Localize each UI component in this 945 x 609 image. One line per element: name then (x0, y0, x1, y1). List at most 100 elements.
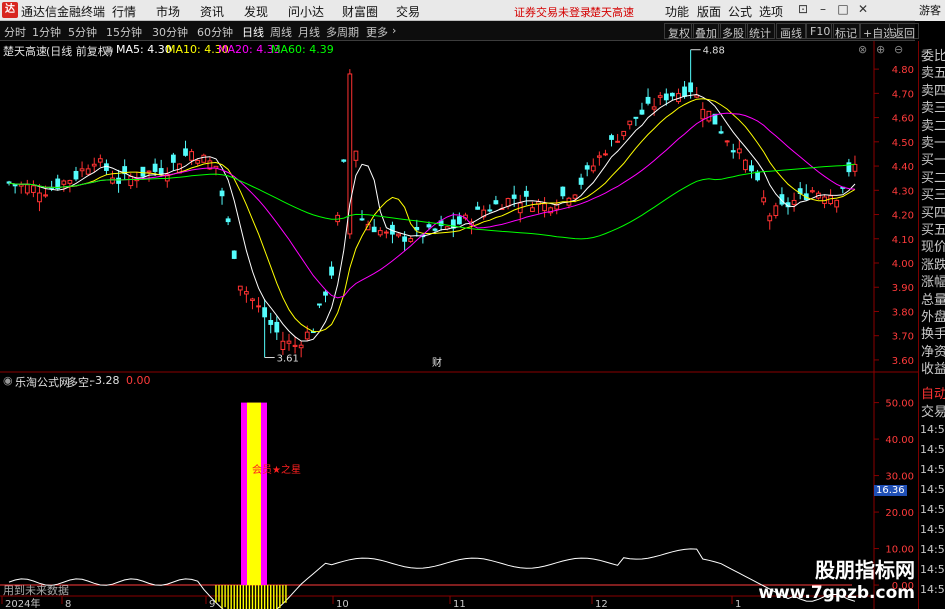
menu-banmian[interactable]: 版面 (697, 3, 721, 20)
candle-body (773, 205, 779, 217)
candle-body (359, 218, 365, 221)
candle-body (828, 195, 834, 205)
candle-body (280, 340, 286, 351)
period-5min[interactable]: 5分钟 (68, 24, 97, 40)
current-value-tag: 16.36 (874, 485, 907, 496)
ma60-label: MA60: 4.39 (271, 43, 334, 56)
period-weekly[interactable]: 周线 (270, 24, 292, 40)
quote-label-8: 买三 (921, 188, 945, 204)
menu-gongneng[interactable]: 功能 (665, 3, 689, 20)
maximize-icon[interactable]: □ (836, 2, 850, 16)
candle-body (286, 340, 292, 344)
candle-body (493, 200, 499, 205)
btn-fuquan[interactable]: 复权 (664, 23, 694, 40)
quote-label-6: 买一 (921, 153, 945, 169)
candle-body (67, 179, 73, 184)
x-tick-label: 10 (336, 599, 349, 609)
panel-tab-1[interactable]: 交易 (921, 401, 945, 420)
btn-tongji[interactable]: 统计 (745, 23, 775, 40)
close-icon[interactable]: ✕ (856, 2, 870, 16)
menu-shichang[interactable]: 市场 (156, 3, 180, 20)
btn-back[interactable]: 返回 (889, 23, 919, 40)
ind-y-tick-label: 20.00 (885, 508, 914, 519)
y-tick-label: 3.60 (892, 356, 914, 367)
period-60min[interactable]: 60分钟 (197, 24, 233, 40)
chevron-right-icon[interactable]: › (392, 24, 396, 37)
candle-body (603, 153, 608, 156)
lock-icon[interactable]: ⊡ (796, 2, 810, 16)
tick-time-8: 14:56 (920, 583, 945, 596)
minimize-icon[interactable]: – (816, 2, 830, 16)
series-value: -3.28 (91, 374, 120, 387)
btn-duogu[interactable]: 多股 (718, 23, 748, 40)
candle-body (615, 140, 621, 143)
period-30min[interactable]: 30分钟 (152, 24, 188, 40)
y-tick-label: 4.50 (892, 138, 914, 149)
candle-body (718, 131, 724, 134)
formula-name[interactable]: 乐淘公式网 (15, 374, 70, 390)
indicator-settings-icon[interactable]: ◉ (3, 374, 13, 387)
settings-icon[interactable]: ◉ (104, 43, 114, 56)
ma-line-10 (8, 98, 856, 333)
ma5-label: MA5: 4.30 (116, 43, 172, 56)
menu-xuanxiang[interactable]: 选项 (759, 3, 783, 20)
menu-gongshi[interactable]: 公式 (728, 3, 752, 20)
menu-jiaoyi[interactable]: 交易 (396, 3, 420, 20)
menu-hangqing[interactable]: 行情 (112, 3, 136, 20)
period-15min[interactable]: 15分钟 (106, 24, 142, 40)
candle-body (408, 238, 414, 242)
period-fenshi[interactable]: 分时 (4, 24, 26, 40)
tick-time-0: 14:56 (920, 423, 945, 436)
period-daily[interactable]: 日线 (242, 24, 264, 40)
y-tick-label: 4.60 (892, 114, 914, 125)
candle-body (323, 291, 328, 296)
quote-label-12: 涨跌 (921, 257, 945, 273)
period-toolbar: 分时 1分钟 5分钟 15分钟 30分钟 60分钟 日线 周线 月线 多周期 更… (0, 21, 919, 41)
candle-body (530, 207, 535, 212)
candle-body (298, 344, 304, 349)
minus-icon[interactable]: ⊖ (894, 43, 903, 56)
series-value-2: 0.00 (126, 374, 151, 387)
candle-body (456, 216, 462, 225)
cai-marker: 财 (432, 356, 442, 369)
candle-body (12, 184, 18, 187)
menu-wenxiaoda[interactable]: 问小达 (288, 3, 324, 20)
tick-time-2: 14:56 (920, 463, 945, 476)
period-multi[interactable]: 多周期 (326, 24, 359, 40)
candle-body (767, 215, 773, 222)
candle-body (317, 303, 322, 306)
menu-caifuquan[interactable]: 财富圈 (342, 3, 378, 20)
period-monthly[interactable]: 月线 (298, 24, 320, 40)
candle-body (572, 194, 578, 199)
quote-label-15: 外盘 (921, 310, 945, 325)
candle-body (645, 96, 651, 104)
period-1min[interactable]: 1分钟 (32, 24, 61, 40)
panel-tab-0[interactable]: 自动 (921, 383, 945, 402)
quote-label-1: 卖五 (921, 66, 945, 82)
candle-body (292, 344, 298, 347)
period-more[interactable]: 更多 (366, 24, 388, 40)
x-tick-label: 1 (735, 599, 741, 609)
btn-huaxian[interactable]: 画线 (776, 23, 806, 40)
quote-side-panel: 委比 卖五 卖四 卖三 卖二 卖一 买一 买二 买三 买四 买五 现价 涨跌 涨幅 总量 外盘 换手 净资 收益 自动… (918, 41, 945, 609)
kline-chart[interactable]: 4.80 4.70 4.60 4.50 4.40 4.30 4.20 4.10 4.00 3.90… (0, 41, 918, 609)
chart-area[interactable]: 4.80 4.70 4.60 4.50 4.40 4.30 4.20 4.10 4.00 3.90… (0, 41, 918, 609)
candle-body (243, 291, 249, 295)
plus-icon[interactable]: ⊕ (876, 43, 885, 56)
app-title: 通达信金融终端 (21, 5, 106, 19)
candle-body (219, 190, 225, 197)
candle-body (353, 150, 359, 161)
guest-button[interactable]: 游客 (915, 0, 945, 21)
btn-biaoji[interactable]: 标记 (831, 23, 861, 40)
candle-body (189, 151, 195, 161)
trade-login-status[interactable]: 证券交易未登录 (514, 4, 591, 20)
zoom-icon[interactable]: ⊗ (858, 43, 867, 56)
tick-time-7: 14:56 (920, 563, 945, 576)
menu-faxian[interactable]: 发现 (244, 3, 268, 20)
candle-body (688, 82, 694, 93)
btn-diejia[interactable]: 叠加 (691, 23, 721, 40)
candlesticks (6, 49, 858, 358)
x-tick-label: 9 (209, 599, 215, 609)
menu-zixun[interactable]: 资讯 (200, 3, 224, 20)
y-tick-label: 4.30 (892, 186, 914, 197)
